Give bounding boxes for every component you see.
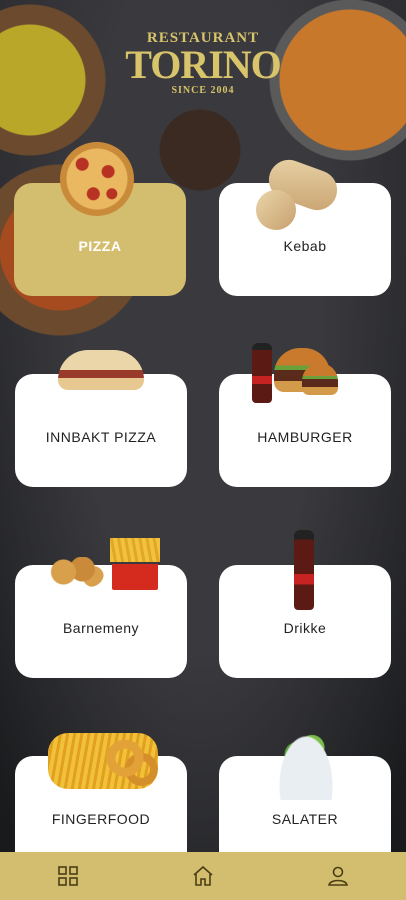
category-label: Drikke <box>283 619 327 636</box>
nav-categories-button[interactable] <box>48 856 88 896</box>
category-label: INNBAKT PIZZA <box>45 428 157 445</box>
nav-home-button[interactable] <box>183 856 223 896</box>
pizza-image <box>60 142 134 216</box>
category-label: PIZZA <box>78 237 122 254</box>
cola-bottle-image <box>294 530 314 610</box>
home-icon <box>193 865 213 886</box>
category-label: Kebab <box>283 237 327 254</box>
user-icon <box>328 866 349 886</box>
fingerfood-image <box>48 733 158 789</box>
hamburger-cola-image <box>252 343 272 403</box>
salad-image <box>276 730 336 800</box>
category-card-innbakt-pizza[interactable]: INNBAKT PIZZA <box>15 374 187 487</box>
category-label: HAMBURGER <box>257 428 353 445</box>
logo-line-3: SINCE 2004 <box>171 85 235 96</box>
nuggets-image <box>50 557 104 587</box>
nav-profile-button[interactable] <box>318 856 358 896</box>
logo-line-2: TORINO <box>125 42 282 87</box>
restaurant-logo: RESTAURANT TORINO SINCE 2004 <box>0 30 406 96</box>
grid-icon <box>57 866 78 886</box>
category-label: FINGERFOOD <box>51 810 151 827</box>
category-label: Barnemeny <box>62 619 140 636</box>
category-label: SALATER <box>271 810 339 827</box>
hamburger-side-image <box>302 363 338 395</box>
bottom-navigation <box>0 852 406 900</box>
innbakt-pizza-image <box>58 350 144 390</box>
category-card-barnemeny[interactable]: Barnemeny <box>15 565 187 678</box>
fries-box-image <box>112 550 158 590</box>
